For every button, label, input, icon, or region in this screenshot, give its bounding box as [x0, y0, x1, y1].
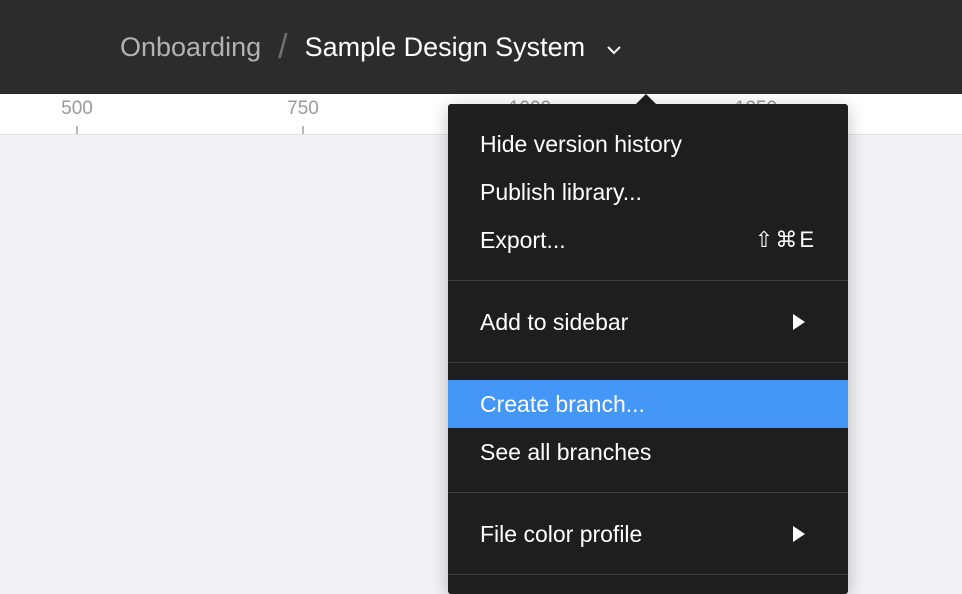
- submenu-arrow-icon: [793, 526, 805, 542]
- breadcrumb-separator: /: [278, 27, 288, 66]
- menu-item-label: See all branches: [480, 438, 652, 465]
- keyboard-shortcut: ⇧⌘E: [754, 227, 816, 252]
- menu-divider: [448, 362, 848, 363]
- top-bar: Onboarding / Sample Design System: [0, 0, 962, 94]
- menu-item-export[interactable]: Export... ⇧⌘E: [448, 216, 848, 264]
- file-name[interactable]: Sample Design System: [305, 32, 586, 63]
- menu-item-file-color-profile[interactable]: File color profile: [448, 510, 848, 558]
- menu-divider: [448, 492, 848, 493]
- menu-item-label: Export...: [480, 226, 566, 253]
- menu-item-create-branch[interactable]: Create branch...: [448, 380, 848, 428]
- menu-item-hide-version-history[interactable]: Hide version history: [448, 120, 848, 168]
- ruler-tick-mark: [302, 126, 304, 134]
- ruler-tick-label: 750: [287, 98, 319, 119]
- ruler-tick-label: 500: [61, 98, 93, 119]
- menu-item-label: File color profile: [480, 520, 643, 547]
- menu-item-label: Publish library...: [480, 178, 642, 205]
- chevron-down-icon[interactable]: [605, 41, 623, 59]
- menu-item-label: Hide version history: [480, 130, 682, 157]
- menu-divider: [448, 280, 848, 281]
- submenu-arrow-icon: [793, 314, 805, 330]
- menu-caret: [636, 94, 656, 104]
- breadcrumb-parent-link[interactable]: Onboarding: [120, 32, 261, 63]
- menu-item-publish-library[interactable]: Publish library...: [448, 168, 848, 216]
- menu-divider: [448, 574, 848, 575]
- breadcrumb: Onboarding / Sample Design System: [120, 28, 623, 66]
- menu-item-label: Create branch...: [480, 390, 645, 417]
- file-context-menu: Hide version history Publish library... …: [448, 104, 848, 594]
- menu-item-add-to-sidebar[interactable]: Add to sidebar: [448, 298, 848, 346]
- menu-item-see-all-branches[interactable]: See all branches: [448, 428, 848, 476]
- ruler-tick-mark: [76, 126, 78, 134]
- menu-item-label: Add to sidebar: [480, 308, 629, 335]
